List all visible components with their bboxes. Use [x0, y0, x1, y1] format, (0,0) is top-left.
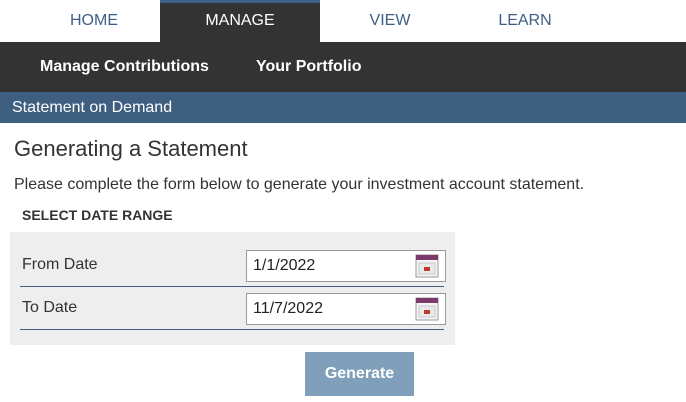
tab-view[interactable]: VIEW — [360, 0, 420, 42]
from-date-row: From Date — [20, 244, 446, 287]
tab-manage[interactable]: MANAGE — [160, 0, 320, 42]
calendar-icon[interactable] — [415, 254, 439, 278]
page-description: Please complete the form below to genera… — [14, 176, 585, 193]
date-range-form: From Date To Date — [10, 232, 455, 345]
sub-nav: Manage Contributions Your Portfolio — [0, 42, 686, 92]
from-date-label: From Date — [22, 256, 98, 273]
to-date-label: To Date — [22, 299, 78, 316]
generate-button[interactable]: Generate — [305, 352, 414, 396]
calendar-icon[interactable] — [415, 297, 439, 321]
page-title: Generating a Statement — [14, 136, 248, 161]
top-nav: HOME MANAGE VIEW LEARN — [0, 0, 686, 42]
to-date-row: To Date — [20, 287, 446, 330]
tab-learn[interactable]: LEARN — [490, 0, 560, 42]
subnav-manage-contributions[interactable]: Manage Contributions — [40, 42, 209, 92]
breadcrumb: Statement on Demand — [0, 92, 686, 123]
subnav-your-portfolio[interactable]: Your Portfolio — [256, 42, 361, 92]
section-label: SELECT DATE RANGE — [22, 207, 173, 223]
tab-home[interactable]: HOME — [64, 0, 124, 42]
